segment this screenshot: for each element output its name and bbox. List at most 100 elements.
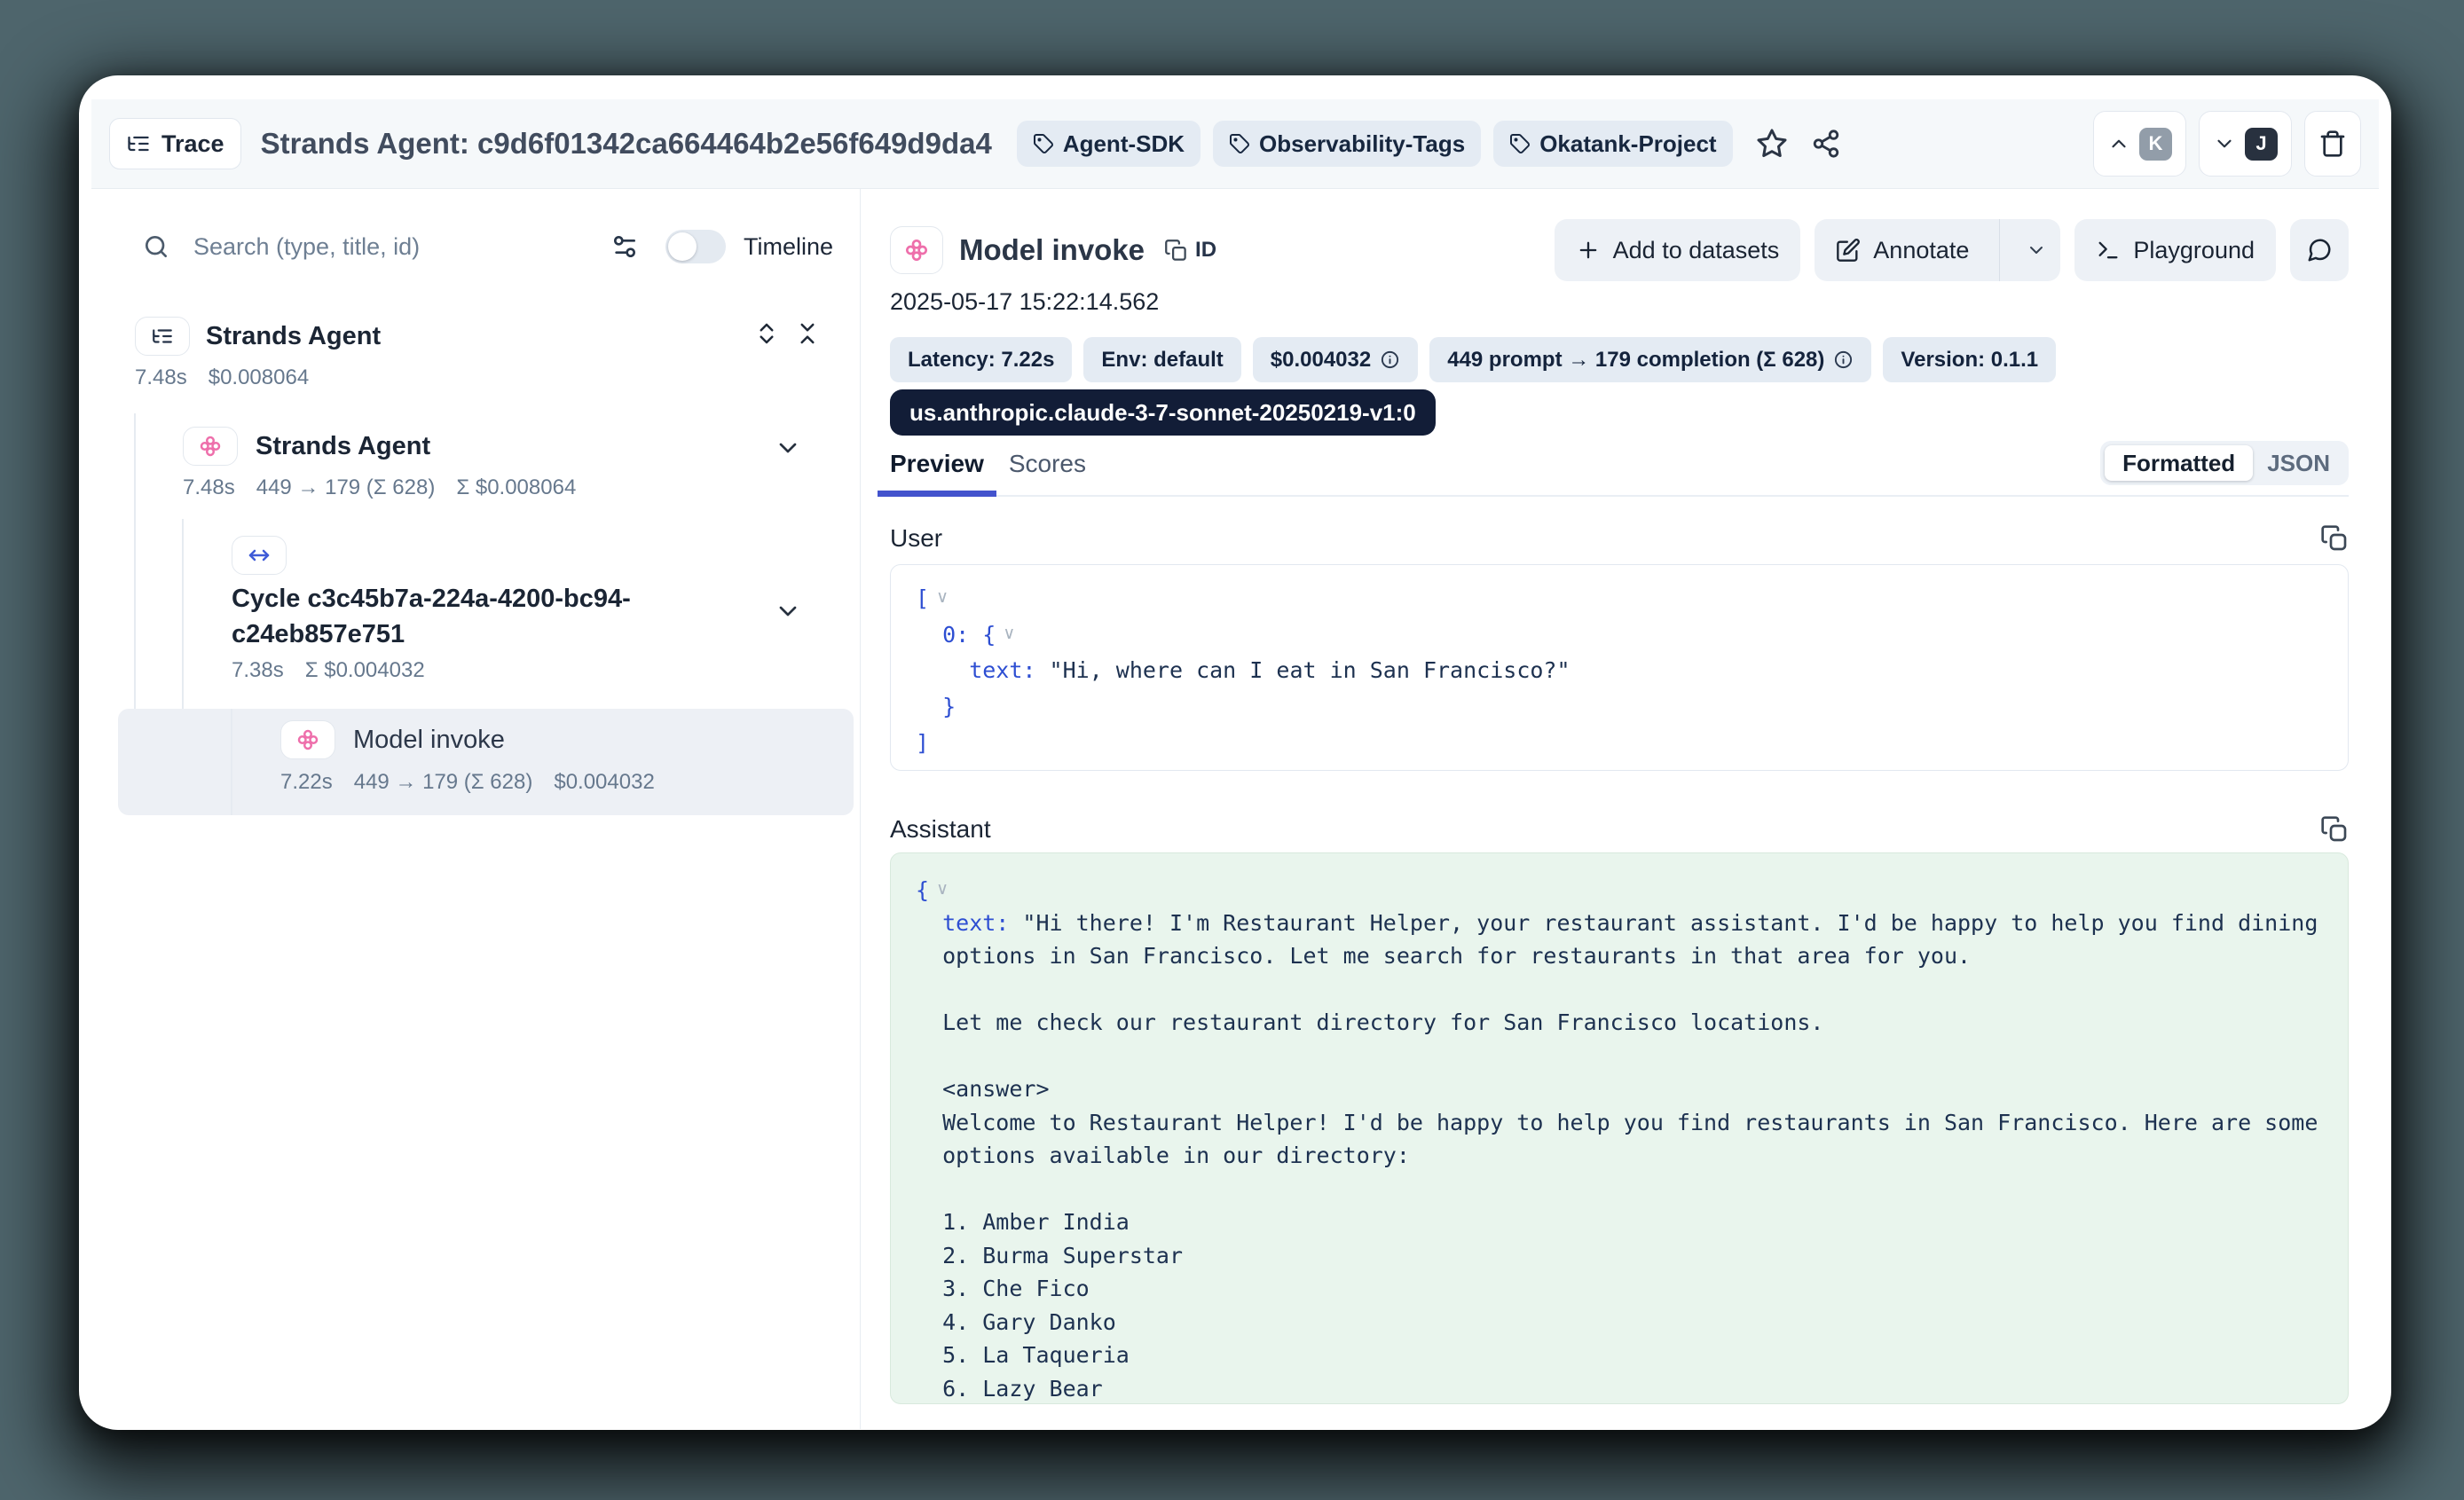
latency-chip: Latency: 7.22s	[890, 337, 1072, 382]
chip-label: Env: default	[1101, 348, 1223, 373]
copy-icon[interactable]	[2320, 815, 2349, 844]
duration-value: 7.38s	[232, 658, 284, 683]
tag-list: Agent-SDK Observability-Tags Okatank-Pro…	[1017, 121, 1733, 167]
arrows-left-right-icon	[246, 542, 272, 569]
observation-actions: Add to datasets Annotate	[1555, 219, 2349, 281]
tree-node-model-icon-badge[interactable]	[280, 720, 335, 759]
tree-expand-controls	[753, 320, 821, 347]
trace-badge-label: Trace	[161, 130, 224, 158]
duration-value: 7.48s	[135, 365, 187, 390]
avatar: J	[2245, 128, 2278, 161]
observation-title: Model invoke	[959, 233, 1145, 267]
tab-preview[interactable]: Preview	[878, 441, 996, 495]
trace-tree-sidebar: Timeline Strands Agent 7.48s $0.0	[79, 189, 861, 1429]
tree-node-model-title[interactable]: Model invoke	[353, 726, 505, 755]
chip-label: 449 prompt → 179 completion (Σ 628)	[1447, 348, 1824, 373]
info-icon[interactable]	[1833, 349, 1854, 370]
tree-node-agent-stats: 7.48s 449 → 179 (Σ 628) Σ $0.008064	[183, 475, 576, 500]
trash-icon	[2318, 130, 2347, 158]
tree-node-root-stats: 7.48s $0.008064	[135, 365, 309, 390]
tree-node-trace-icon-badge[interactable]	[135, 317, 190, 356]
tag-icon	[1033, 133, 1054, 154]
chevron-down-icon	[2213, 132, 2236, 155]
info-icon[interactable]	[1380, 349, 1400, 370]
tag-observability-tags[interactable]: Observability-Tags	[1213, 121, 1481, 167]
annotate-split-button: Annotate	[1815, 219, 2060, 281]
agent-icon	[295, 726, 321, 753]
preview-tabs-row: Preview Scores Formatted JSON	[878, 441, 2349, 497]
next-trace-button[interactable]: J	[2199, 111, 2292, 177]
indent-guide	[231, 709, 232, 815]
format-toggle-formatted[interactable]: Formatted	[2105, 445, 2253, 481]
tag-label: Okatank-Project	[1539, 130, 1716, 158]
button-label: Playground	[2133, 237, 2255, 264]
trace-header: Trace Strands Agent: c9d6f01342ca664464b…	[91, 99, 2379, 189]
format-toggle: Formatted JSON	[2100, 441, 2349, 485]
tree-node-root-title[interactable]: Strands Agent	[206, 322, 381, 351]
user-message-card: [∨ 0: {∨ text: "Hi, where can I eat in S…	[890, 564, 2349, 771]
tab-scores[interactable]: Scores	[996, 441, 1098, 495]
app-window: Trace Strands Agent: c9d6f01342ca664464b…	[79, 75, 2391, 1430]
cost-value: $0.004032	[554, 770, 654, 795]
chevron-up-icon	[2107, 132, 2130, 155]
cost-value: Σ $0.004032	[305, 658, 425, 683]
token-usage-value: 449 → 179 (Σ 628)	[354, 770, 533, 795]
annotate-button[interactable]: Annotate	[1815, 219, 1987, 281]
copy-icon	[1164, 239, 1188, 263]
assistant-section-header: Assistant	[890, 812, 2349, 847]
tree-node-cycle-stats: 7.38s Σ $0.004032	[232, 658, 425, 683]
assistant-message-json[interactable]: {∨ text: "Hi there! I'm Restaurant Helpe…	[916, 873, 2323, 1404]
button-divider	[1999, 219, 2000, 281]
format-toggle-json[interactable]: JSON	[2253, 445, 2344, 481]
tree-node-cycle-icon-badge[interactable]	[232, 536, 287, 575]
copy-icon[interactable]	[2320, 524, 2349, 553]
observation-type-icon-badge	[890, 226, 943, 274]
prev-trace-button[interactable]: K	[2093, 111, 2186, 177]
agent-icon	[197, 433, 224, 459]
collapse-all-icon[interactable]	[794, 320, 821, 347]
chip-label: $0.004032	[1271, 348, 1371, 373]
star-icon[interactable]	[1756, 128, 1788, 160]
assistant-message-card: {∨ text: "Hi there! I'm Restaurant Helpe…	[890, 852, 2349, 1404]
cost-chip: $0.004032	[1253, 337, 1418, 382]
tag-okatank-project[interactable]: Okatank-Project	[1493, 121, 1732, 167]
user-message-json[interactable]: [∨ 0: {∨ text: "Hi, where can I eat in S…	[916, 579, 2323, 761]
share-icon[interactable]	[1811, 129, 1841, 159]
user-section-header: User	[890, 521, 2349, 556]
list-tree-icon	[126, 131, 151, 156]
token-usage-chip: 449 prompt → 179 completion (Σ 628)	[1429, 337, 1871, 382]
chip-label: Version: 0.1.1	[1901, 348, 2038, 373]
tag-icon	[1229, 133, 1250, 154]
button-label: Annotate	[1873, 237, 1969, 264]
delete-trace-button[interactable]	[2304, 111, 2361, 177]
cost-value: Σ $0.008064	[456, 475, 576, 500]
tree-node-agent-title[interactable]: Strands Agent	[256, 432, 430, 461]
avatar: K	[2139, 128, 2172, 161]
tag-label: Observability-Tags	[1259, 130, 1465, 158]
tag-agent-sdk[interactable]: Agent-SDK	[1017, 121, 1201, 167]
chip-label: Latency: 7.22s	[908, 348, 1054, 373]
observation-meta-chips: Latency: 7.22s Env: default $0.004032 44…	[890, 337, 2056, 382]
tree-node-agent-icon-badge[interactable]	[183, 427, 238, 466]
chat-bubble-icon	[2306, 237, 2333, 263]
comments-button[interactable]	[2290, 219, 2349, 281]
chevron-down-icon[interactable]	[774, 597, 802, 625]
page-title: Strands Agent: c9d6f01342ca664464b2e56f6…	[261, 127, 992, 161]
add-to-datasets-button[interactable]: Add to datasets	[1555, 219, 1801, 281]
annotate-menu-button[interactable]	[2012, 219, 2060, 281]
tag-label: Agent-SDK	[1063, 130, 1185, 158]
agent-icon	[902, 236, 931, 264]
tree-row-selected-bg	[118, 709, 854, 815]
pen-square-icon	[1836, 238, 1861, 263]
section-label: Assistant	[890, 815, 991, 844]
token-usage-value: 449 → 179 (Σ 628)	[256, 475, 436, 500]
copy-id-control[interactable]: ID	[1164, 238, 1216, 263]
env-chip: Env: default	[1083, 337, 1240, 382]
tree-node-cycle-title[interactable]: Cycle c3c45b7a-224a-4200-bc94-c24eb857e7…	[232, 581, 649, 652]
duration-value: 7.22s	[280, 770, 333, 795]
playground-button[interactable]: Playground	[2074, 219, 2276, 281]
header-nav-buttons: K J	[2093, 111, 2361, 177]
expand-all-icon[interactable]	[753, 320, 780, 347]
chevron-down-icon[interactable]	[774, 434, 802, 462]
model-name-badge[interactable]: us.anthropic.claude-3-7-sonnet-20250219-…	[890, 389, 1436, 436]
